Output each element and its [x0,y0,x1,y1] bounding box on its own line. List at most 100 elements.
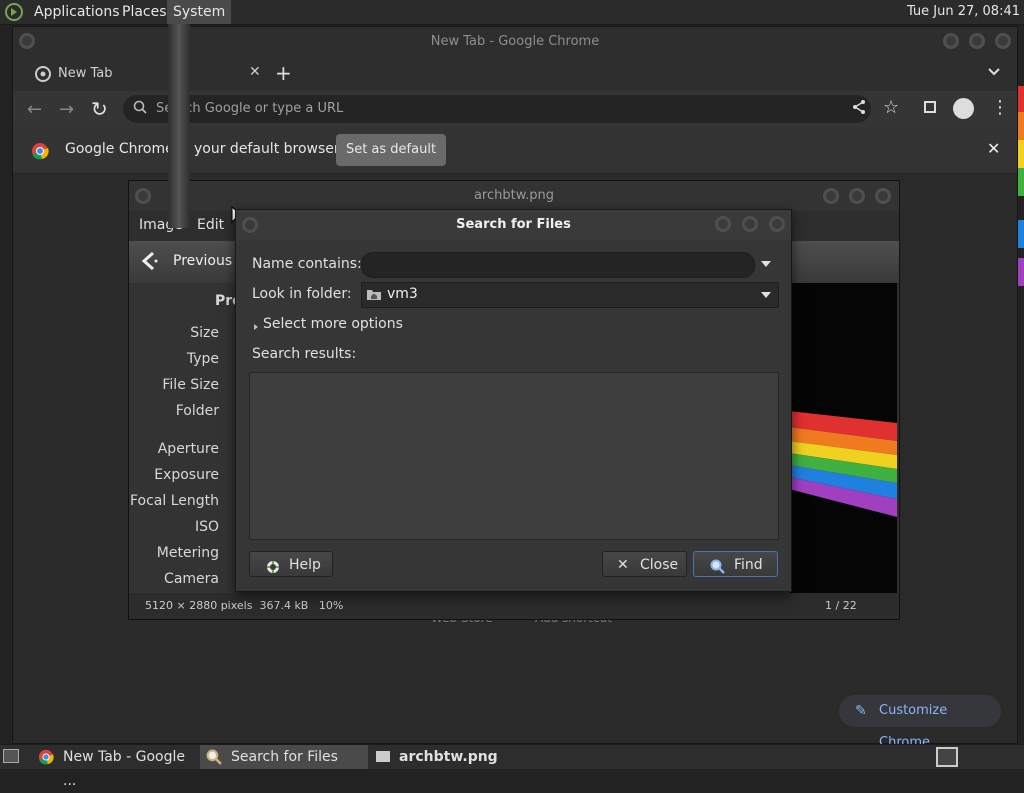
default-browser-infobar: Google Chrome i your default browser Set… [13,127,1017,174]
show-desktop-icon[interactable] [3,749,19,763]
taskbar-item-archbtw-label: archbtw.png [399,749,498,765]
taskbar-item-search-for-files[interactable]: Search for Files [200,745,368,769]
find-button[interactable]: Find [693,551,778,577]
wallpaper-image [789,283,897,593]
workspace-switcher-icon[interactable] [936,747,958,767]
viewer-statusbar: 5120 × 2880 pixels 367.4 kB 10% 1 / 22 [129,593,899,619]
viewer-titlebar[interactable]: archbtw.png [129,181,899,211]
look-in-folder-select[interactable]: vm3 [361,282,779,308]
prop-folder: Folder [175,403,219,419]
tab-close-icon[interactable]: ✕ [249,64,261,80]
pencil-icon: ✎ [855,703,867,719]
image-index-status: 1 / 22 [825,599,857,612]
previous-arrow-icon[interactable] [139,250,161,276]
prop-size: Size [190,325,219,341]
search-results-list[interactable] [249,372,779,540]
properties-sidebar: Pro Size Type File Size Folder Aperture … [129,283,242,593]
customize-chrome-button[interactable]: ✎ Customize Chrome [839,695,1001,750]
taskbar-item-chrome[interactable]: New Tab - Google ... [34,745,196,789]
find-button-label: Find [734,557,763,573]
set-as-default-button[interactable]: Set as default [336,134,446,166]
system-menu[interactable]: System [167,0,232,24]
prop-exposure: Exposure [154,467,219,483]
name-contains-input[interactable] [361,252,755,278]
taskbar-item-search-label: Search for Files [231,749,338,765]
new-tab-plus-icon[interactable]: + [275,61,292,85]
taskbar-item-chrome-label: New Tab - Google ... [63,749,186,789]
bottom-taskbar: New Tab - Google ... Search for Files ar… [0,744,1024,789]
tab-title: New Tab [58,66,113,81]
places-menu[interactable]: Places [116,0,173,24]
search-taskbar-icon [206,749,222,773]
image-viewer-taskbar-icon [376,751,390,762]
side-panel-icon[interactable] [924,101,936,113]
chrome-taskbar-icon [38,749,54,773]
close-x-icon: ✕ [617,557,629,573]
chrome-titlebar[interactable]: New Tab - Google Chrome [13,27,1017,57]
profile-avatar-icon[interactable] [953,98,974,119]
chrome-minimize-button[interactable] [943,33,959,49]
back-arrow-icon[interactable]: ← [27,99,42,120]
viewer-minimize-button[interactable] [823,188,839,204]
help-button-label: Help [289,557,321,573]
search-for-files-dialog: Search for Files Name contains: Look in … [235,209,792,592]
close-button-label: Close [640,557,679,573]
dialog-title: Search for Files [456,217,571,232]
prop-camera: Camera [164,571,219,587]
distro-logo-icon[interactable] [5,3,23,21]
image-info-status: 5120 × 2880 pixels 367.4 kB 10% [145,599,344,612]
dialog-minimize-button[interactable] [715,216,731,232]
name-history-dropdown-icon[interactable] [760,258,772,273]
panel-drag-bar [168,24,190,228]
prop-type: Type [186,351,219,367]
chrome-logo-icon [31,142,49,164]
prop-metering: Metering [156,545,219,561]
viewer-menu-edit[interactable]: Edit [197,217,224,233]
share-icon[interactable] [851,99,867,119]
home-folder-icon [366,287,382,305]
infobar-text-start: Google Chrome i [65,141,183,157]
clock[interactable]: Tue Jun 27, 08:41 [907,0,1020,24]
reload-icon[interactable]: ↻ [91,97,108,121]
omnibox[interactable]: Search Google or type a URL [123,95,871,123]
look-in-folder-value: vm3 [387,286,418,302]
dialog-maximize-button[interactable] [742,216,758,232]
previous-button-label[interactable]: Previous [173,253,232,269]
prop-aperture: Aperture [157,441,219,457]
infobar-text-end: your default browser [194,141,340,157]
search-results-label: Search results: [252,346,357,362]
viewer-window-title: archbtw.png [473,188,555,203]
search-icon [133,100,147,118]
forward-arrow-icon[interactable]: → [59,99,74,120]
chrome-window-title: New Tab - Google Chrome [430,34,600,49]
top-panel: Applications Places System Tue Jun 27, 0… [0,0,1024,25]
tab-strip: New Tab ✕ + [13,57,1017,91]
prop-file-size: File Size [162,377,219,393]
toolbar: ← → ↻ Search Google or type a URL ☆ ⋮ [13,91,1017,127]
help-button[interactable]: Help [249,551,333,577]
close-button[interactable]: ✕ Close [602,551,687,577]
select-more-options[interactable]: Select more options [263,316,403,332]
viewer-maximize-button[interactable] [849,188,865,204]
help-lifebuoy-icon [266,557,280,583]
dialog-close-button[interactable] [769,216,785,232]
folder-dropdown-icon [760,289,772,304]
chrome-menu-kebab-icon[interactable]: ⋮ [991,97,1009,118]
taskbar-item-archbtw[interactable]: archbtw.png [372,745,512,769]
chrome-favicon-icon [35,66,51,86]
look-in-folder-label: Look in folder: [252,286,352,302]
tab-new-tab[interactable]: New Tab ✕ [23,57,263,91]
infobar-close-icon[interactable]: ✕ [987,139,1000,158]
prop-iso: ISO [194,519,219,535]
find-magnifier-icon [710,557,725,583]
dialog-titlebar[interactable]: Search for Files [236,210,791,240]
tab-search-chevron-icon[interactable] [987,65,1001,83]
chrome-maximize-button[interactable] [969,33,985,49]
bookmark-star-icon[interactable]: ☆ [883,97,899,118]
applications-menu[interactable]: Applications [28,0,126,24]
prop-focal-length: Focal Length [129,493,219,509]
viewer-close-button[interactable] [875,188,891,204]
expander-arrow-icon[interactable] [252,320,260,335]
chrome-close-button[interactable] [995,33,1011,49]
name-contains-label: Name contains: [252,256,362,272]
